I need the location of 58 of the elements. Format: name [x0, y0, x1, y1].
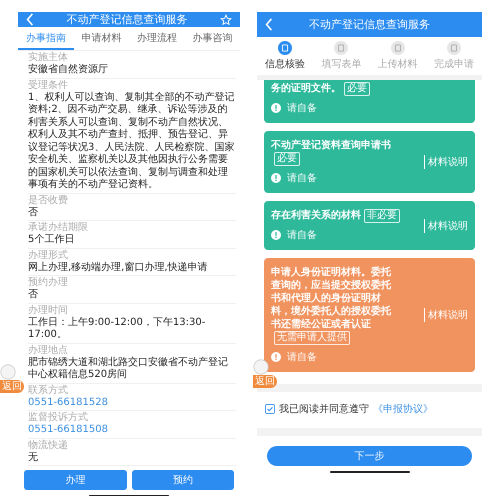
field-label: 办理时间: [28, 304, 68, 316]
phone-link[interactable]: 0551-66181528: [28, 396, 236, 410]
field-value: 否: [28, 289, 39, 302]
field-value: 安徽省自然资源厅: [28, 64, 109, 77]
material-title: 不动产登记资料查询申请书: [271, 140, 391, 151]
requirement-tag: 无需申请人提供: [274, 331, 350, 345]
note-text: 请自备: [287, 350, 317, 364]
note-text: 请自备: [287, 228, 317, 242]
step-label: 填写表单: [321, 58, 362, 71]
material-link[interactable]: 材料说明: [424, 308, 468, 322]
next-button[interactable]: 下一步: [267, 446, 472, 466]
field-label: 承诺办结期限: [28, 221, 89, 234]
field-value: 网上办理,移动端办理,窗口办理,快递申请: [28, 262, 209, 274]
info-icon: [271, 230, 281, 240]
step-label: 信息核验: [265, 58, 306, 71]
field-value: 1、权利人可以查询、复制其全部的不动产登记资料;2、因不动产交易、继承、诉讼等涉及的利害关系人可以查询、复制不动产自然状况、权利人及其不动产查封、抵押、预告登记、异议登记等状况3、人民法院、人民检察院、国家安全机关、监察机关以及其他因执行公务需要的国家机关可以依法查询、复制与调查和处理事项有关的不动产登记资料。: [28, 92, 236, 192]
field-label: 物流快递: [28, 438, 69, 452]
material-title: 申请人身份证明材料。委托查询的，应当提交授权委托书和代理人的身份证明材料，境外委托人的授权委托书还需经公证或者认证: [271, 267, 391, 330]
field-label: 联系方式: [28, 384, 69, 396]
field-value: 无: [28, 452, 39, 464]
field-label: 办理形式: [28, 248, 69, 262]
material-link[interactable]: 材料说明: [424, 155, 468, 169]
back-badge[interactable]: 返回: [0, 380, 24, 393]
material-link[interactable]: 材料说明: [424, 218, 468, 232]
field-value: 肥市锦绣大道和湖北路交口安徽省不动产登记中心权籍信息520房间: [28, 356, 229, 382]
back-icon[interactable]: [265, 18, 273, 31]
field-label: 监督投诉方式: [28, 411, 89, 424]
note-text: 请自备: [287, 172, 317, 185]
agreement-text: 我已阅读并同意遵守: [279, 402, 369, 416]
star-icon[interactable]: [220, 14, 232, 26]
agreement-link[interactable]: 《申报协议》: [373, 402, 433, 416]
field-label: 办理地点: [28, 344, 69, 356]
info-icon: [271, 103, 281, 113]
checkbox[interactable]: [265, 404, 275, 414]
back-badge[interactable]: 返回: [253, 375, 277, 388]
info-icon: [271, 173, 281, 183]
info-icon: [271, 352, 281, 362]
requirement-tag: 非必要: [364, 209, 400, 223]
field-label: 受理条件: [28, 78, 69, 92]
action-button[interactable]: 办理: [24, 470, 126, 490]
window-title: 不动产登记信息查询服务: [66, 12, 188, 27]
field-label: 是否收费: [28, 194, 69, 206]
step-label: 完成申请: [434, 58, 474, 71]
field-value: 工作日：上午9:00-12:00，下午13:30-17:00。: [28, 316, 206, 342]
window-title: 不动产登记信息查询服务: [308, 17, 431, 32]
field-value: 否: [28, 206, 39, 220]
note-text: 请自备: [287, 102, 317, 115]
material-title: 务的证明文件。: [271, 83, 341, 94]
requirement-tag: 必要: [274, 152, 300, 166]
material-title: 存在利害关系的材料: [271, 210, 361, 221]
back-icon[interactable]: [26, 13, 34, 26]
phone-link[interactable]: 0551-66181508: [28, 424, 236, 438]
field-value: 5个工作日: [28, 234, 76, 247]
action-button[interactable]: 预约: [132, 470, 234, 490]
step-label: 上传材料: [378, 58, 418, 71]
field-label: 预约办理: [28, 276, 69, 289]
requirement-tag: 必要: [344, 82, 370, 96]
field-label: 实施主体: [28, 51, 69, 64]
